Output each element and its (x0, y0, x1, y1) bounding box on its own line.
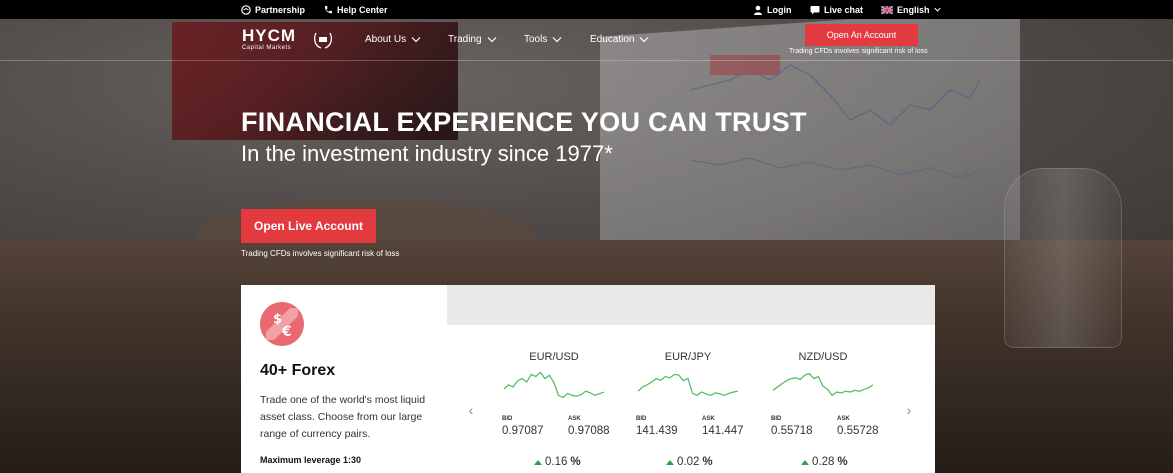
ask-label: ASK (702, 416, 715, 422)
nav-tools-label: Tools (524, 34, 548, 45)
product-description: Trade one of the world's most liquid ass… (260, 394, 426, 440)
change-percent-sign: % (570, 456, 581, 468)
bid-label: BID (502, 416, 513, 422)
live-chat-link[interactable]: Live chat (810, 3, 863, 16)
change-value: 0.02% (666, 456, 713, 468)
chevron-down-icon (411, 37, 421, 43)
chevron-down-icon (640, 37, 649, 43)
login-label: Login (767, 4, 792, 15)
nav-about-us-label: About Us (365, 34, 407, 45)
user-icon (754, 5, 762, 15)
nav-education[interactable]: Education (590, 34, 649, 45)
laurel-badge-icon (314, 32, 332, 49)
dollar-euro-icon: $ € (260, 302, 304, 346)
sparkline-chart (772, 372, 874, 397)
handshake-icon (241, 4, 251, 15)
change-number: 0.28 (812, 456, 835, 468)
nav-about-us[interactable]: About Us (365, 34, 421, 45)
bid-label: BID (771, 416, 782, 422)
partnership-label: Partnership (255, 4, 306, 15)
header-risk-warning: Trading CFDs involves significant risk o… (789, 48, 928, 55)
logo-tagline: Capital Markets (242, 45, 292, 51)
hero-title: FINANCIAL EXPERIENCE YOU CAN TRUST (241, 107, 807, 137)
svg-text:€: € (281, 324, 292, 340)
hero-subtitle: In the investment industry since 1977* (241, 141, 613, 166)
ask-value: 141.447 (702, 425, 744, 437)
sparkline-chart (503, 371, 605, 399)
change-percent-sign: % (837, 456, 848, 468)
sparkline-chart (637, 373, 739, 397)
change-number: 0.16 (545, 456, 568, 468)
language-label: English (897, 4, 930, 15)
chevron-left-icon[interactable]: ‹ (465, 403, 477, 417)
ask-value: 0.55728 (837, 425, 879, 437)
chevron-down-icon (487, 37, 496, 43)
login-link[interactable]: Login (753, 3, 792, 16)
change-percent-sign: % (702, 456, 713, 468)
nav-trading[interactable]: Trading (448, 34, 497, 45)
bid-value: 0.97087 (502, 425, 544, 437)
open-live-account-button[interactable]: Open Live Account (241, 209, 376, 243)
svg-text:$: $ (273, 312, 282, 327)
change-value: 0.28% (801, 456, 848, 468)
ask-label: ASK (568, 416, 581, 422)
top-bar: Partnership Help Center Login Live chat … (0, 0, 1173, 19)
product-title: 40+ Forex (260, 362, 336, 379)
chat-icon (810, 5, 820, 14)
bid-value: 141.439 (636, 425, 678, 437)
nav-tools[interactable]: Tools (524, 34, 562, 45)
quotes-panel-header (447, 285, 935, 325)
uk-flag-icon (881, 5, 893, 14)
ask-label: ASK (837, 416, 850, 422)
hero-risk-warning: Trading CFDs involves significant risk o… (241, 249, 400, 258)
arrow-up-icon (666, 459, 674, 465)
live-chat-label: Live chat (824, 4, 864, 15)
ask-value: 0.97088 (568, 425, 610, 437)
arrow-up-icon (534, 459, 542, 465)
arrow-up-icon (801, 459, 809, 465)
help-center-label: Help Center (337, 4, 388, 15)
bid-label: BID (636, 416, 647, 422)
chevron-down-icon (552, 37, 562, 43)
partnership-link[interactable]: Partnership (241, 3, 305, 16)
hycm-logo[interactable]: HYCM Capital Markets (242, 27, 296, 52)
forex-quotes-panel: ‹ › EUR/USD BID ASK 0.97087 0.97088 0.16… (447, 285, 935, 473)
nav-education-label: Education (590, 34, 635, 45)
nav-trading-label: Trading (448, 34, 482, 45)
main-header: HYCM Capital Markets About Us Trading To… (0, 19, 1173, 61)
forex-product-card[interactable]: $ € 40+ Forex Trade one of the world's m… (241, 285, 447, 473)
phone-icon (324, 5, 332, 13)
max-leverage: Maximum leverage 1:30 (260, 455, 362, 465)
help-center-link[interactable]: Help Center (323, 3, 388, 16)
open-account-button[interactable]: Open An Account (805, 24, 918, 46)
logo-wordmark: HYCM (242, 26, 297, 45)
change-number: 0.02 (677, 456, 700, 468)
bid-value: 0.55718 (771, 425, 813, 437)
language-selector[interactable]: English (881, 3, 941, 16)
chevron-down-icon (933, 7, 941, 12)
chevron-right-icon[interactable]: › (903, 403, 915, 417)
change-value: 0.16% (534, 456, 581, 468)
